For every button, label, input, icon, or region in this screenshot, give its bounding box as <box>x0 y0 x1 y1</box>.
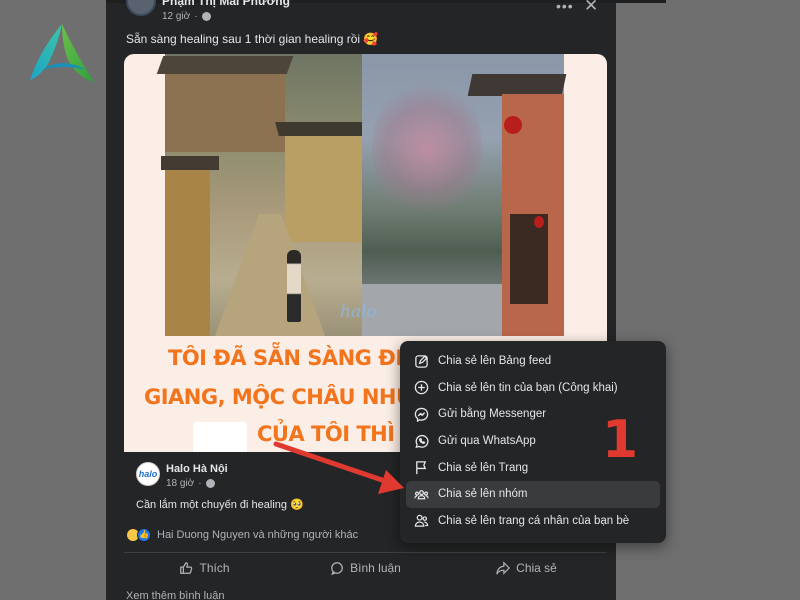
globe-icon <box>205 479 215 488</box>
share-label: Chia sẻ <box>516 560 557 575</box>
share-to-feed-item[interactable]: Chia sẻ lên Bảng feed <box>406 348 660 375</box>
menu-label: Gửi qua WhatsApp <box>438 435 536 448</box>
banner-text-line-1: TÔI ĐÃ SẴN SÀNG ĐI Đ <box>168 346 427 370</box>
post-meta: 12 giờ · <box>162 11 211 22</box>
comment-label: Bình luận <box>350 560 401 575</box>
post-time[interactable]: 12 giờ <box>162 11 190 22</box>
image-watermark: halo <box>340 302 377 322</box>
lantern-icon <box>504 116 522 134</box>
page-meta: 18 giờ · <box>166 478 215 489</box>
share-to-story-item[interactable]: Chia sẻ lên tin của bạn (Công khai) <box>406 375 660 402</box>
more-options-icon[interactable]: ••• <box>556 0 574 14</box>
share-button[interactable]: Chia sẻ <box>446 553 607 582</box>
friends-icon <box>414 515 429 528</box>
share-to-group-item[interactable]: Chia sẻ lên nhóm <box>406 480 660 508</box>
more-comments-link[interactable]: Xem thêm bình luận <box>126 590 224 600</box>
messenger-icon <box>414 407 429 422</box>
menu-label: Gửi bằng Messenger <box>438 408 547 421</box>
annotation-arrow-icon <box>273 441 404 494</box>
person-figure <box>287 250 301 322</box>
image-white-block <box>193 422 247 452</box>
share-arrow-icon <box>496 560 511 575</box>
like-button[interactable]: Thích <box>124 553 285 582</box>
menu-label: Chia sẻ lên nhóm <box>438 488 528 501</box>
right-top-edge <box>616 0 666 3</box>
page-name[interactable]: Halo Hà Nội <box>166 463 228 475</box>
thumbs-up-icon <box>180 561 193 574</box>
share-to-friend-profile-item[interactable]: Chia sẻ lên trang cá nhân của bạn bè <box>406 508 660 535</box>
comment-icon <box>331 561 344 575</box>
edit-icon <box>415 355 428 368</box>
plus-circle-icon <box>414 381 429 395</box>
menu-label: Chia sẻ lên tin của bạn (Công khai) <box>438 381 618 394</box>
author-avatar[interactable] <box>126 0 156 16</box>
reactions-summary[interactable]: 👍 Hai Duong Nguyen và những người khác <box>126 528 358 542</box>
reactions-text[interactable]: Hai Duong Nguyen và những người khác <box>157 529 358 541</box>
menu-label: Chia sẻ lên Trang <box>438 461 529 474</box>
page-avatar[interactable]: halo <box>136 462 160 486</box>
comment-button[interactable]: Bình luận <box>285 553 446 582</box>
photo-blossom-house <box>362 54 567 336</box>
like-label: Thích <box>199 560 230 575</box>
annotation-step-number: 1 <box>602 410 639 470</box>
post-action-bar: Thích Bình luận Chia sẻ <box>124 552 607 582</box>
menu-label: Chia sẻ lên Bảng feed <box>438 355 552 368</box>
post-author-name[interactable]: Phạm Thị Mai Phương <box>162 0 290 8</box>
brand-logo <box>30 24 94 82</box>
post-caption: Sẵn sàng healing sau 1 thời gian healing… <box>126 32 379 46</box>
like-reaction-icon: 👍 <box>137 528 151 542</box>
menu-label: Chia sẻ lên trang cá nhân của bạn bè <box>438 514 630 527</box>
page-time[interactable]: 18 giờ <box>166 478 194 489</box>
globe-icon <box>201 12 211 21</box>
photo-village-alley <box>156 54 369 336</box>
banner-text-line-2: GIANG, MỘC CHÂU NHU <box>144 385 413 409</box>
close-icon[interactable]: ✕ <box>584 0 598 16</box>
